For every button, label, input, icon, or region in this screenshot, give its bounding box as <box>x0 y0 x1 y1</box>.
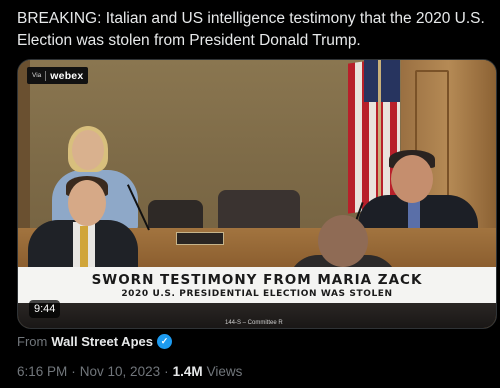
video-attribution: From Wall Street Apes ✓ <box>17 332 172 350</box>
tweet-date[interactable]: Nov 10, 2023 <box>80 364 160 379</box>
banner-subtitle: 2020 U.S. PRESIDENTIAL ELECTION WAS STOL… <box>121 289 393 299</box>
logo-divider <box>45 70 47 81</box>
meta-separator: · <box>71 363 76 379</box>
attribution-prefix: From <box>17 333 48 349</box>
tweet-text: BREAKING: Italian and US intelligence te… <box>17 10 485 49</box>
meta-separator: · <box>164 363 169 379</box>
views-label: Views <box>206 363 243 379</box>
webex-logo: Via webex <box>27 67 89 84</box>
verified-badge-icon: ✓ <box>156 333 172 349</box>
banner-title: SWORN TESTIMONY FROM MARIA ZACK <box>91 272 423 288</box>
embedded-video[interactable]: SWORN TESTIMONY FROM MARIA ZACK 2020 U.S… <box>17 59 497 329</box>
views-count: 1.4M <box>172 363 203 379</box>
video-timestamp: 9:44 <box>29 300 61 318</box>
lower-third-banner: SWORN TESTIMONY FROM MARIA ZACK 2020 U.S… <box>18 267 496 303</box>
attribution-user-link[interactable]: Wall Street Apes <box>51 334 153 349</box>
nameplate <box>176 232 224 245</box>
logo-via-text: Via <box>32 72 42 79</box>
tweet-time[interactable]: 6:16 PM <box>17 364 67 379</box>
tweet-meta: 6:16 PM · Nov 10, 2023 · 1.4M Views <box>17 362 242 380</box>
logo-name-text: webex <box>50 69 84 82</box>
room-caption: 144-S – Committee R <box>225 320 283 326</box>
us-flag-canton <box>364 60 400 102</box>
